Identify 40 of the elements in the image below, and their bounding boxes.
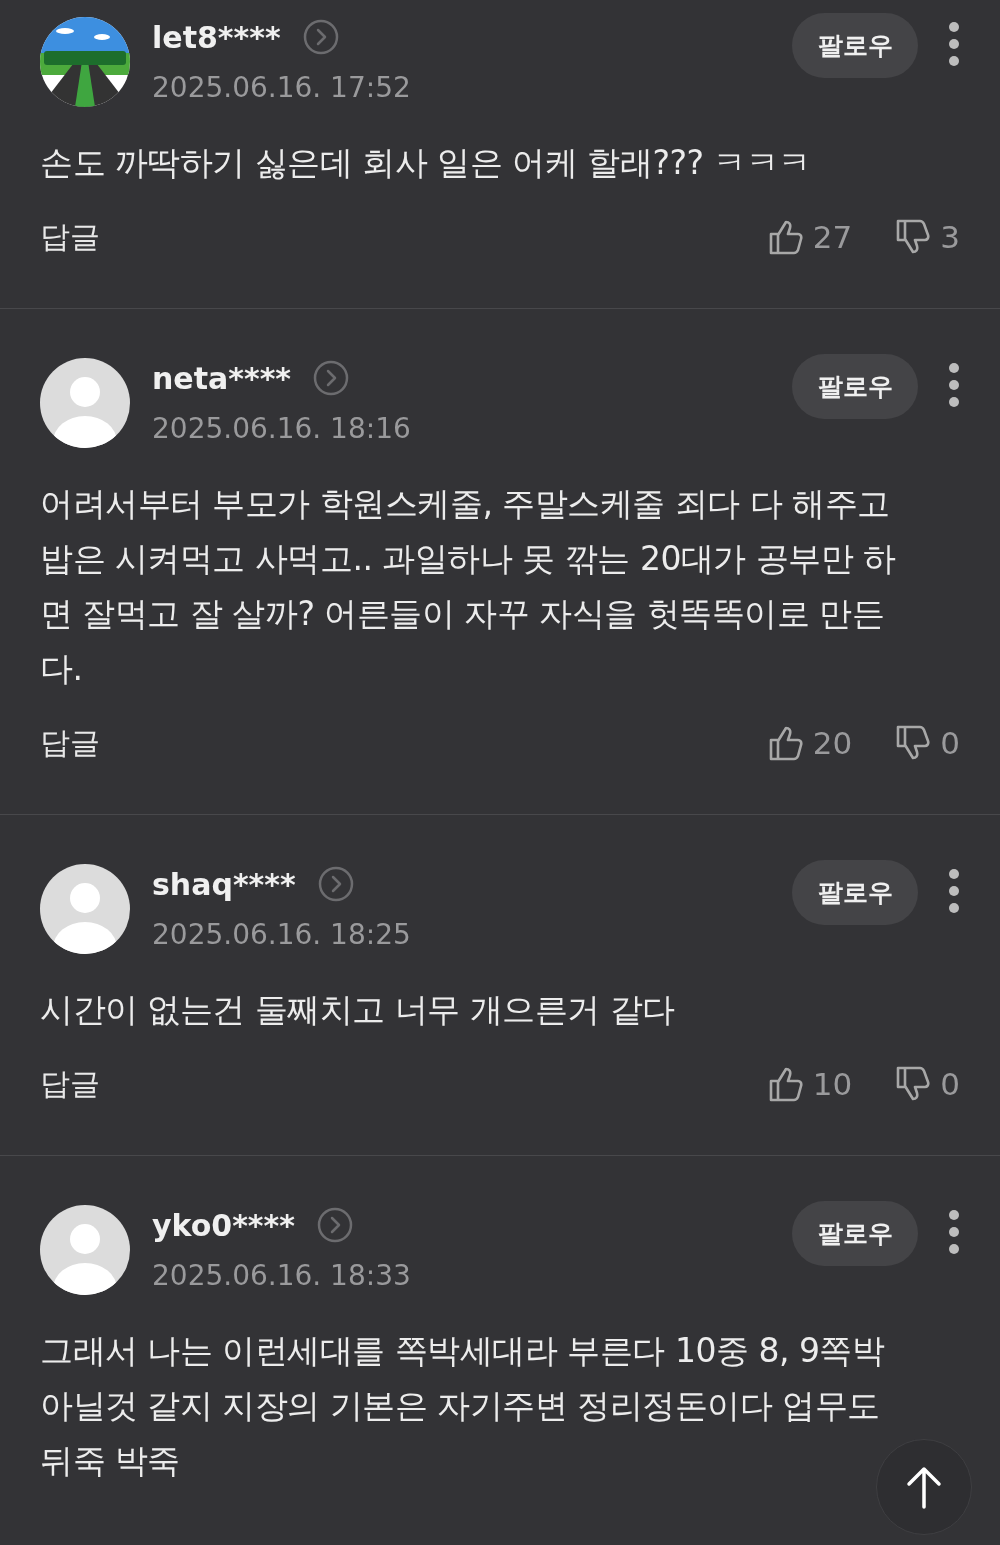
more-options-icon[interactable] — [948, 868, 960, 914]
dislike-button[interactable]: 3 — [896, 219, 960, 255]
like-button[interactable]: 27 — [768, 219, 853, 255]
more-options-icon[interactable] — [948, 362, 960, 408]
thumbs-up-icon — [768, 725, 803, 761]
chevron-right-icon[interactable] — [313, 360, 350, 396]
comment-date: 2025.06.16. 18:16 — [152, 412, 412, 445]
chevron-right-icon[interactable] — [302, 19, 339, 55]
comment-text: 어려서부터 부모가 학원스케줄, 주말스케줄 죄다 다 해주고 밥은 시켜먹고 사먹고.. 과일하나 못 깎는 20대가 공부만 하면 잘먹고 잘 살까? 어른들이 자꾸 자식을 헛똑똑이로 만든다. — [40, 483, 897, 690]
more-options-icon[interactable] — [948, 1209, 960, 1255]
comment-text: 손도 까딱하기 싫은데 회사 일은 어케 할래??? ㅋㅋㅋ — [40, 142, 812, 184]
reply-link[interactable]: 답글 — [40, 722, 100, 764]
chevron-right-icon[interactable] — [317, 866, 354, 902]
username[interactable]: shaq**** — [152, 866, 296, 902]
comment-text: 시간이 없는건 둘째치고 너무 개으른거 같다 — [40, 989, 676, 1031]
follow-button[interactable]: 팔로우 — [792, 1201, 918, 1266]
thumbs-up-icon — [768, 1066, 803, 1102]
follow-button[interactable]: 팔로우 — [792, 860, 918, 925]
like-button[interactable]: 10 — [768, 1066, 853, 1102]
like-button[interactable]: 20 — [768, 725, 853, 761]
thumbs-down-icon — [896, 1066, 931, 1102]
thumbs-down-icon — [896, 725, 931, 761]
username[interactable]: let8**** — [152, 19, 281, 55]
thumbs-up-icon — [768, 219, 803, 255]
thumbs-down-icon — [896, 219, 931, 255]
username[interactable]: yko0**** — [152, 1207, 295, 1243]
chevron-right-icon[interactable] — [316, 1207, 353, 1243]
dislike-button[interactable]: 0 — [896, 1066, 960, 1102]
follow-button[interactable]: 팔로우 — [792, 13, 918, 78]
comment-date: 2025.06.16. 18:33 — [152, 1259, 412, 1292]
comment-date: 2025.06.16. 18:25 — [152, 918, 412, 951]
arrow-up-icon — [904, 1465, 944, 1509]
reply-link[interactable]: 답글 — [40, 216, 100, 258]
more-options-icon[interactable] — [948, 21, 960, 67]
username[interactable]: neta**** — [152, 360, 292, 396]
dislike-button[interactable]: 0 — [896, 725, 960, 761]
comment-date: 2025.06.16. 17:52 — [152, 71, 412, 104]
follow-button[interactable]: 팔로우 — [792, 354, 918, 419]
reply-link[interactable]: 답글 — [40, 1063, 100, 1105]
comment-text: 그래서 나는 이런세대를 쪽박세대라 부른다 10중 8, 9쪽박 아닐것 같지 지장의 기본은 자기주변 정리정돈이다 업무도 뒤죽 박죽 — [40, 1330, 886, 1482]
